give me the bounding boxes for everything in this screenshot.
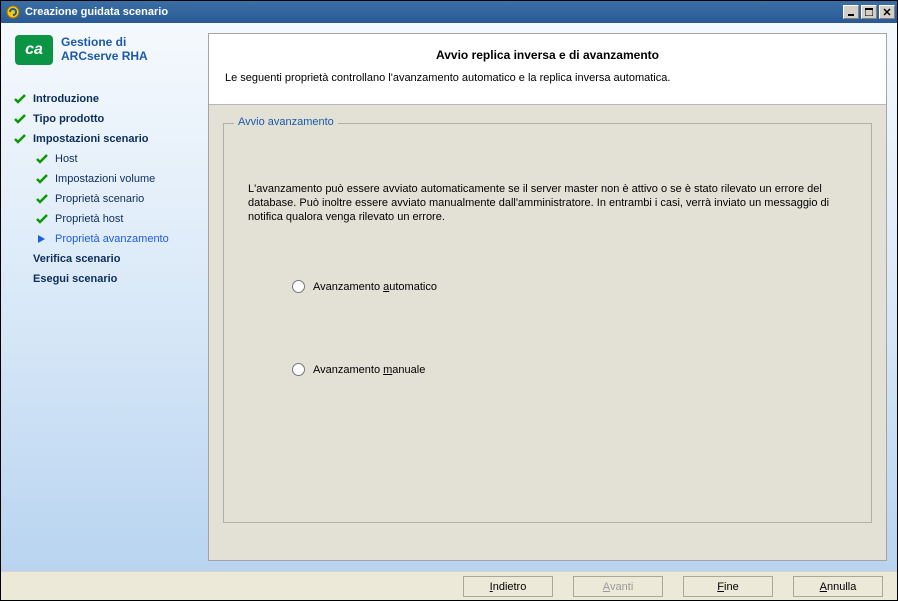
back-button[interactable]: Indietro — [463, 576, 553, 597]
app-icon — [5, 4, 21, 20]
radio-automatico-row[interactable]: Avanzamento automatico — [292, 280, 847, 293]
nav-proprieta-host[interactable]: Proprietà host — [13, 209, 198, 229]
nav-esegui-scenario[interactable]: Esegui scenario — [13, 269, 198, 289]
page-header: Avvio replica inversa e di avanzamento L… — [209, 34, 886, 105]
page-title: Avvio replica inversa e di avanzamento — [225, 48, 870, 62]
nav-label: Impostazioni scenario — [33, 133, 149, 145]
logo-text: Gestione di ARCserve RHA — [61, 35, 148, 63]
group-legend: Avvio avanzamento — [234, 116, 338, 128]
next-button[interactable]: Avanti — [573, 576, 663, 597]
nav-label: Impostazioni volume — [55, 173, 155, 185]
content-panel: Avvio replica inversa e di avanzamento L… — [208, 33, 887, 561]
group-description: L'avanzamento può essere avviato automat… — [248, 182, 847, 224]
content: Avvio replica inversa e di avanzamento L… — [206, 23, 897, 571]
radio-manuale-row[interactable]: Avanzamento manuale — [292, 363, 847, 376]
avvio-avanzamento-group: Avvio avanzamento L'avanzamento può esse… — [223, 123, 872, 523]
titlebar: Creazione guidata scenario — [1, 1, 897, 23]
nav-impostazioni-scenario[interactable]: Impostazioni scenario — [13, 129, 198, 149]
nav-host[interactable]: Host — [13, 149, 198, 169]
radio-automatico[interactable] — [292, 280, 305, 293]
cancel-button[interactable]: Annulla — [793, 576, 883, 597]
finish-button[interactable]: Fine — [683, 576, 773, 597]
check-icon — [13, 132, 27, 146]
nav: Introduzione Tipo prodotto Impostazioni … — [13, 89, 198, 289]
logo-line1: Gestione di — [61, 35, 148, 49]
check-icon — [13, 112, 27, 126]
check-icon — [35, 192, 49, 206]
check-icon — [35, 172, 49, 186]
check-icon — [35, 212, 49, 226]
nav-verifica-scenario[interactable]: Verifica scenario — [13, 249, 198, 269]
window-controls — [841, 5, 895, 19]
nav-label: Host — [55, 153, 78, 165]
logo-line2: ARCserve RHA — [61, 49, 148, 63]
main-area: ca Gestione di ARCserve RHA Introduzione… — [1, 23, 897, 571]
blank-icon — [13, 272, 27, 286]
radio-manuale[interactable] — [292, 363, 305, 376]
nav-impostazioni-volume[interactable]: Impostazioni volume — [13, 169, 198, 189]
nav-proprieta-avanzamento[interactable]: Proprietà avanzamento — [13, 229, 198, 249]
nav-proprieta-scenario[interactable]: Proprietà scenario — [13, 189, 198, 209]
sidebar: ca Gestione di ARCserve RHA Introduzione… — [1, 23, 206, 571]
check-icon — [13, 92, 27, 106]
nav-label: Proprietà host — [55, 213, 123, 225]
nav-label: Esegui scenario — [33, 273, 117, 285]
nav-label: Proprietà avanzamento — [55, 233, 169, 245]
page-subtitle: Le seguenti proprietà controllano l'avan… — [225, 72, 870, 84]
radio-manuale-label: Avanzamento manuale — [313, 364, 425, 376]
nav-tipo-prodotto[interactable]: Tipo prodotto — [13, 109, 198, 129]
close-button[interactable] — [879, 5, 895, 19]
nav-label: Proprietà scenario — [55, 193, 144, 205]
nav-introduzione[interactable]: Introduzione — [13, 89, 198, 109]
window-title: Creazione guidata scenario — [25, 6, 168, 18]
nav-label: Tipo prodotto — [33, 113, 104, 125]
ca-logo-icon: ca — [15, 35, 53, 65]
minimize-button[interactable] — [843, 5, 859, 19]
radio-automatico-label: Avanzamento automatico — [313, 281, 437, 293]
check-icon — [35, 152, 49, 166]
nav-label: Introduzione — [33, 93, 99, 105]
blank-icon — [13, 252, 27, 266]
nav-label: Verifica scenario — [33, 253, 120, 265]
logo: ca Gestione di ARCserve RHA — [15, 35, 198, 65]
maximize-button[interactable] — [861, 5, 877, 19]
arrow-right-icon — [35, 232, 49, 246]
button-bar: Indietro Avanti Fine Annulla — [1, 571, 897, 600]
